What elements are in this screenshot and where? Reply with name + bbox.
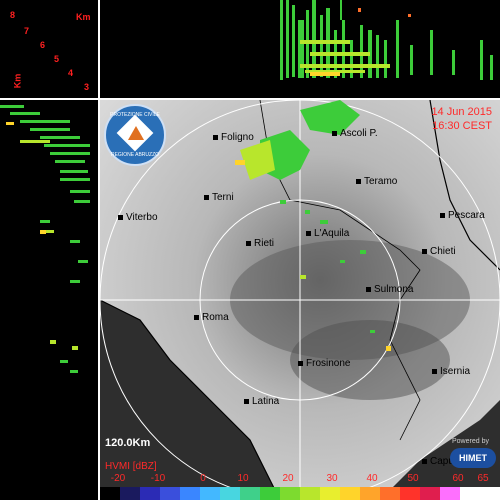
city-roma: Roma bbox=[194, 312, 229, 323]
colorbar-ticks: -20 -10 0 10 20 30 40 50 60 65 bbox=[100, 473, 500, 485]
colorbar-swatch bbox=[120, 487, 140, 500]
colorbar-tick-label: 40 bbox=[366, 473, 378, 484]
range-scale-label: 120.0Km bbox=[105, 437, 151, 449]
colorbar-swatch bbox=[280, 487, 300, 500]
product-label: HVMI [dBZ] bbox=[105, 461, 157, 472]
terrain-map bbox=[100, 100, 500, 500]
protezione-civile-logo: PROTEZIONE CIVILE REGIONE ABRUZZO bbox=[104, 104, 166, 166]
colorbar-tick-label: 10 bbox=[237, 473, 249, 484]
colorbar-swatch bbox=[180, 487, 200, 500]
colorbar-swatch bbox=[340, 487, 360, 500]
city-laquila: L'Aquila bbox=[306, 228, 349, 239]
city-ascoli-piceno: Ascoli P. bbox=[332, 128, 378, 139]
km-level-8: 8 bbox=[10, 10, 16, 20]
city-chieti: Chieti bbox=[422, 246, 456, 257]
colorbar-swatch bbox=[400, 487, 420, 500]
city-frosinone: Frosinone bbox=[298, 358, 350, 369]
km-level-4: 4 bbox=[68, 68, 74, 78]
km-legend-corner: Km 8 7 6 5 4 3 Km bbox=[0, 0, 98, 98]
colorbar-tick-label: 65 bbox=[477, 473, 489, 484]
city-viterbo: Viterbo bbox=[118, 212, 158, 223]
colorbar-swatch bbox=[240, 487, 260, 500]
km-unit-label-left: Km bbox=[12, 73, 23, 89]
colorbar-swatch bbox=[420, 487, 440, 500]
city-rieti: Rieti bbox=[246, 238, 274, 249]
timestamp-date: 14 Jun 2015 bbox=[431, 106, 492, 118]
city-teramo: Teramo bbox=[356, 176, 397, 187]
colorbar-swatch bbox=[200, 487, 220, 500]
himet-logo: HIMET bbox=[450, 448, 496, 468]
colorbar-swatch bbox=[320, 487, 340, 500]
city-latina: Latina bbox=[244, 396, 279, 407]
colorbar-tick-label: 20 bbox=[282, 473, 294, 484]
top-vertical-projection bbox=[100, 0, 500, 98]
city-pescara: Pescara bbox=[440, 210, 485, 221]
radar-map: Foligno Ascoli P. Teramo Terni Viterbo P… bbox=[100, 100, 500, 500]
colorbar-tick-label: 0 bbox=[200, 473, 206, 484]
km-level-7: 7 bbox=[24, 26, 30, 36]
colorbar-swatch bbox=[380, 487, 400, 500]
colorbar-tick-label: 60 bbox=[452, 473, 464, 484]
km-level-6: 6 bbox=[40, 40, 46, 50]
colorbar-swatch bbox=[360, 487, 380, 500]
colorbar-tick-label: -20 bbox=[110, 473, 126, 484]
left-vertical-projection bbox=[0, 100, 98, 500]
colorbar-swatch bbox=[260, 487, 280, 500]
km-level-3: 3 bbox=[84, 82, 90, 92]
km-level-5: 5 bbox=[54, 54, 60, 64]
timestamp-time: 16:30 CEST bbox=[432, 120, 492, 132]
colorbar-swatch bbox=[160, 487, 180, 500]
colorbar-swatch bbox=[300, 487, 320, 500]
colorbar-swatch bbox=[460, 487, 480, 500]
colorbar-swatch bbox=[100, 487, 120, 500]
colorbar-tick-label: 50 bbox=[407, 473, 419, 484]
colorbar-tick-label: -10 bbox=[150, 473, 166, 484]
powered-by-label: Powered by bbox=[452, 438, 489, 445]
city-foligno: Foligno bbox=[213, 132, 254, 143]
colorbar-swatch bbox=[140, 487, 160, 500]
colorbar-swatch bbox=[220, 487, 240, 500]
top-projection-echoes bbox=[280, 0, 493, 80]
city-isernia: Isernia bbox=[432, 366, 470, 377]
colorbar-tick-label: 30 bbox=[326, 473, 338, 484]
city-sulmona: Sulmona bbox=[366, 284, 413, 295]
left-projection-echoes bbox=[0, 105, 90, 373]
colorbar-swatch bbox=[440, 487, 460, 500]
dbz-colorbar bbox=[100, 487, 500, 500]
km-unit-label-top: Km bbox=[76, 12, 91, 22]
city-terni: Terni bbox=[204, 192, 234, 203]
colorbar-swatch bbox=[480, 487, 500, 500]
